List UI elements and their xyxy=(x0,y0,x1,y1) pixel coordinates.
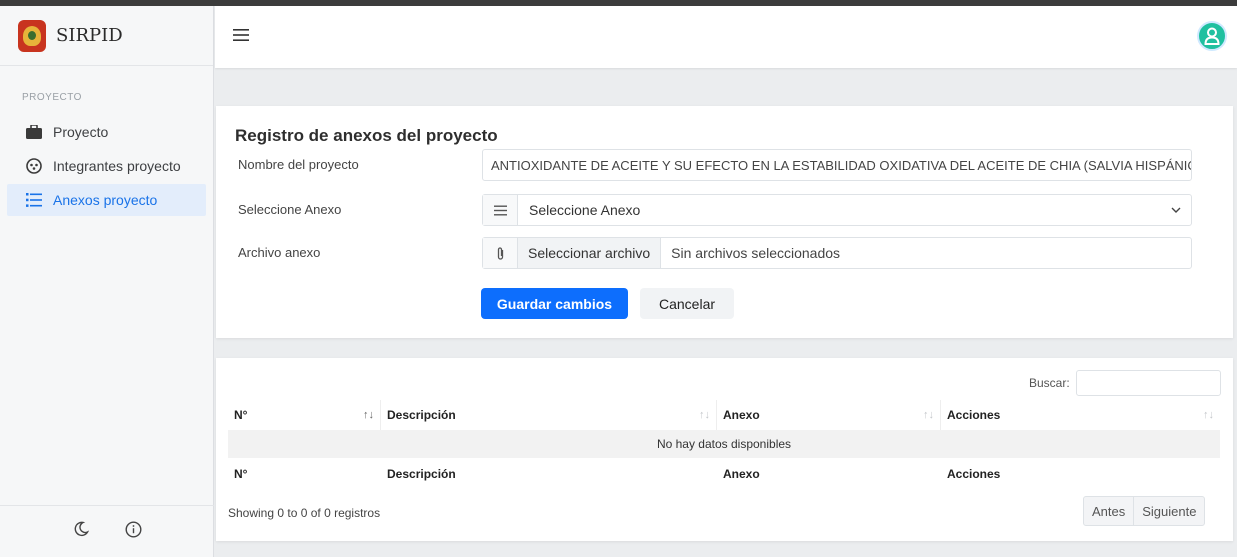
search-input[interactable] xyxy=(1076,370,1221,396)
sidebar-item-proyecto[interactable]: Proyecto xyxy=(7,116,206,148)
save-button[interactable]: Guardar cambios xyxy=(481,288,628,319)
list-icon xyxy=(25,191,43,209)
sidebar-section-label: PROYECTO xyxy=(22,92,82,103)
annex-select-label: Seleccione Anexo xyxy=(238,202,342,217)
sort-icon: ↑↓ xyxy=(699,409,710,421)
footer-number: N° xyxy=(234,467,248,481)
moon-icon[interactable] xyxy=(73,521,89,542)
top-header xyxy=(215,6,1237,68)
form-title: Registro de anexos del proyecto xyxy=(235,126,498,145)
column-header-actions[interactable]: Acciones ↑↓ xyxy=(941,400,1220,430)
pagination: Antes Siguiente xyxy=(1083,496,1206,526)
hamburger-icon[interactable] xyxy=(233,26,257,46)
project-name-field[interactable]: ANTIOXIDANTE DE ACEITE Y SU EFECTO EN LA… xyxy=(482,149,1192,181)
briefcase-icon xyxy=(25,123,43,141)
table-footer: N° Descripción Anexo Acciones xyxy=(228,460,1220,488)
coat-of-arms-logo xyxy=(18,19,46,52)
annex-form-card: Registro de anexos del proyecto Nombre d… xyxy=(216,106,1233,338)
column-header-number[interactable]: N° ↑↓ xyxy=(228,400,381,430)
user-icon xyxy=(1204,27,1220,45)
group-icon xyxy=(25,157,43,175)
column-header-description[interactable]: Descripción ↑↓ xyxy=(381,400,717,430)
search-label: Buscar: xyxy=(1029,376,1070,390)
info-icon[interactable] xyxy=(124,520,142,543)
brand-name: SIRPID xyxy=(56,25,123,46)
sidebar: SIRPID PROYECTO Proyecto Integrantes pro… xyxy=(0,6,214,557)
next-page-button[interactable]: Siguiente xyxy=(1133,497,1204,525)
sort-icon: ↑↓ xyxy=(923,409,934,421)
annex-select[interactable]: Seleccione Anexo xyxy=(482,194,1192,226)
project-name-label: Nombre del proyecto xyxy=(238,157,359,172)
choose-file-button[interactable]: Seleccionar archivo xyxy=(518,238,662,268)
file-label: Archivo anexo xyxy=(238,245,321,260)
footer-actions: Acciones xyxy=(947,467,1001,481)
sort-icon: ↑↓ xyxy=(1203,409,1214,421)
sidebar-item-integrantes[interactable]: Integrantes proyecto xyxy=(7,150,206,182)
annex-select-value: Seleccione Anexo xyxy=(529,202,641,218)
file-input[interactable]: Seleccionar archivo Sin archivos selecci… xyxy=(482,237,1192,269)
sidebar-item-label: Anexos proyecto xyxy=(53,192,158,208)
user-avatar[interactable] xyxy=(1197,21,1227,51)
footer-annex: Anexo xyxy=(723,467,760,481)
sidebar-item-label: Integrantes proyecto xyxy=(53,158,181,174)
footer-description: Descripción xyxy=(387,467,456,481)
empty-table-message: No hay datos disponibles xyxy=(228,430,1220,458)
table-info: Showing 0 to 0 of 0 registros xyxy=(228,506,381,520)
sidebar-item-anexos[interactable]: Anexos proyecto xyxy=(7,184,206,216)
cancel-button[interactable]: Cancelar xyxy=(640,288,734,319)
annex-table-card: Buscar: N° ↑↓ Descripción ↑↓ Anexo ↑↓ Accio… xyxy=(216,358,1233,541)
previous-page-button[interactable]: Antes xyxy=(1084,497,1133,525)
list-icon xyxy=(483,195,518,225)
sidebar-footer xyxy=(0,505,214,557)
table-header: N° ↑↓ Descripción ↑↓ Anexo ↑↓ Acciones ↑↓ xyxy=(228,400,1220,430)
sidebar-item-label: Proyecto xyxy=(53,124,109,140)
chevron-down-icon xyxy=(1161,204,1191,216)
column-header-annex[interactable]: Anexo ↑↓ xyxy=(717,400,941,430)
sort-icon: ↑↓ xyxy=(363,409,374,421)
paperclip-icon xyxy=(483,238,518,268)
file-status: Sin archivos seleccionados xyxy=(671,245,841,261)
brand[interactable]: SIRPID xyxy=(0,6,213,66)
